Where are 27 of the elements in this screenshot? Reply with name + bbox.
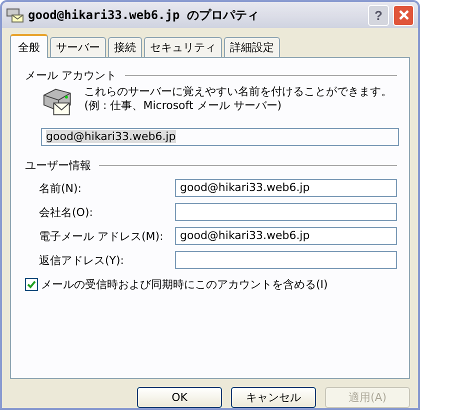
close-icon	[398, 9, 410, 21]
account-name-field[interactable]: good@hikari33.web6.jp	[41, 128, 399, 146]
field-label: 名前(N):	[39, 180, 82, 196]
dialog-button[interactable]: キャンセル	[231, 387, 316, 408]
window-title: good@hikari33.web6.jp のプロパティ	[28, 6, 260, 24]
field-label: 返信アドレス(Y):	[39, 252, 124, 268]
description-text: これらのサーバーに覚えやすい名前を付けることができます。(例 : 仕事、Microsoft メール サーバー)	[84, 85, 394, 113]
input-field[interactable]	[175, 203, 397, 221]
field-label: 電子メール アドレス(M):	[39, 228, 164, 244]
input-field[interactable]	[175, 251, 397, 269]
check-icon	[27, 280, 36, 289]
field-label: 会社名(O):	[39, 204, 93, 220]
checkbox-label: メールの受信時および同期時にこのアカウントを含める(I)	[41, 277, 328, 292]
tab[interactable]: セキュリティ	[144, 37, 222, 57]
section-heading: メール アカウント	[25, 68, 116, 83]
input-field[interactable]: good@hikari33.web6.jp	[175, 227, 397, 245]
tab[interactable]: 接続	[108, 37, 142, 57]
input-field[interactable]: good@hikari33.web6.jp	[175, 179, 397, 197]
close-button[interactable]	[393, 4, 414, 26]
tab[interactable]: 詳細設定	[224, 37, 280, 57]
section-heading: ユーザー情報	[25, 158, 91, 173]
help-button[interactable]: ?	[368, 4, 389, 26]
dialog-button[interactable]: OK	[137, 387, 222, 408]
checkbox[interactable]	[25, 278, 38, 291]
tab[interactable]: サーバー	[50, 37, 106, 57]
mail-server-icon	[6, 7, 24, 23]
tab[interactable]: 全般	[10, 34, 48, 58]
